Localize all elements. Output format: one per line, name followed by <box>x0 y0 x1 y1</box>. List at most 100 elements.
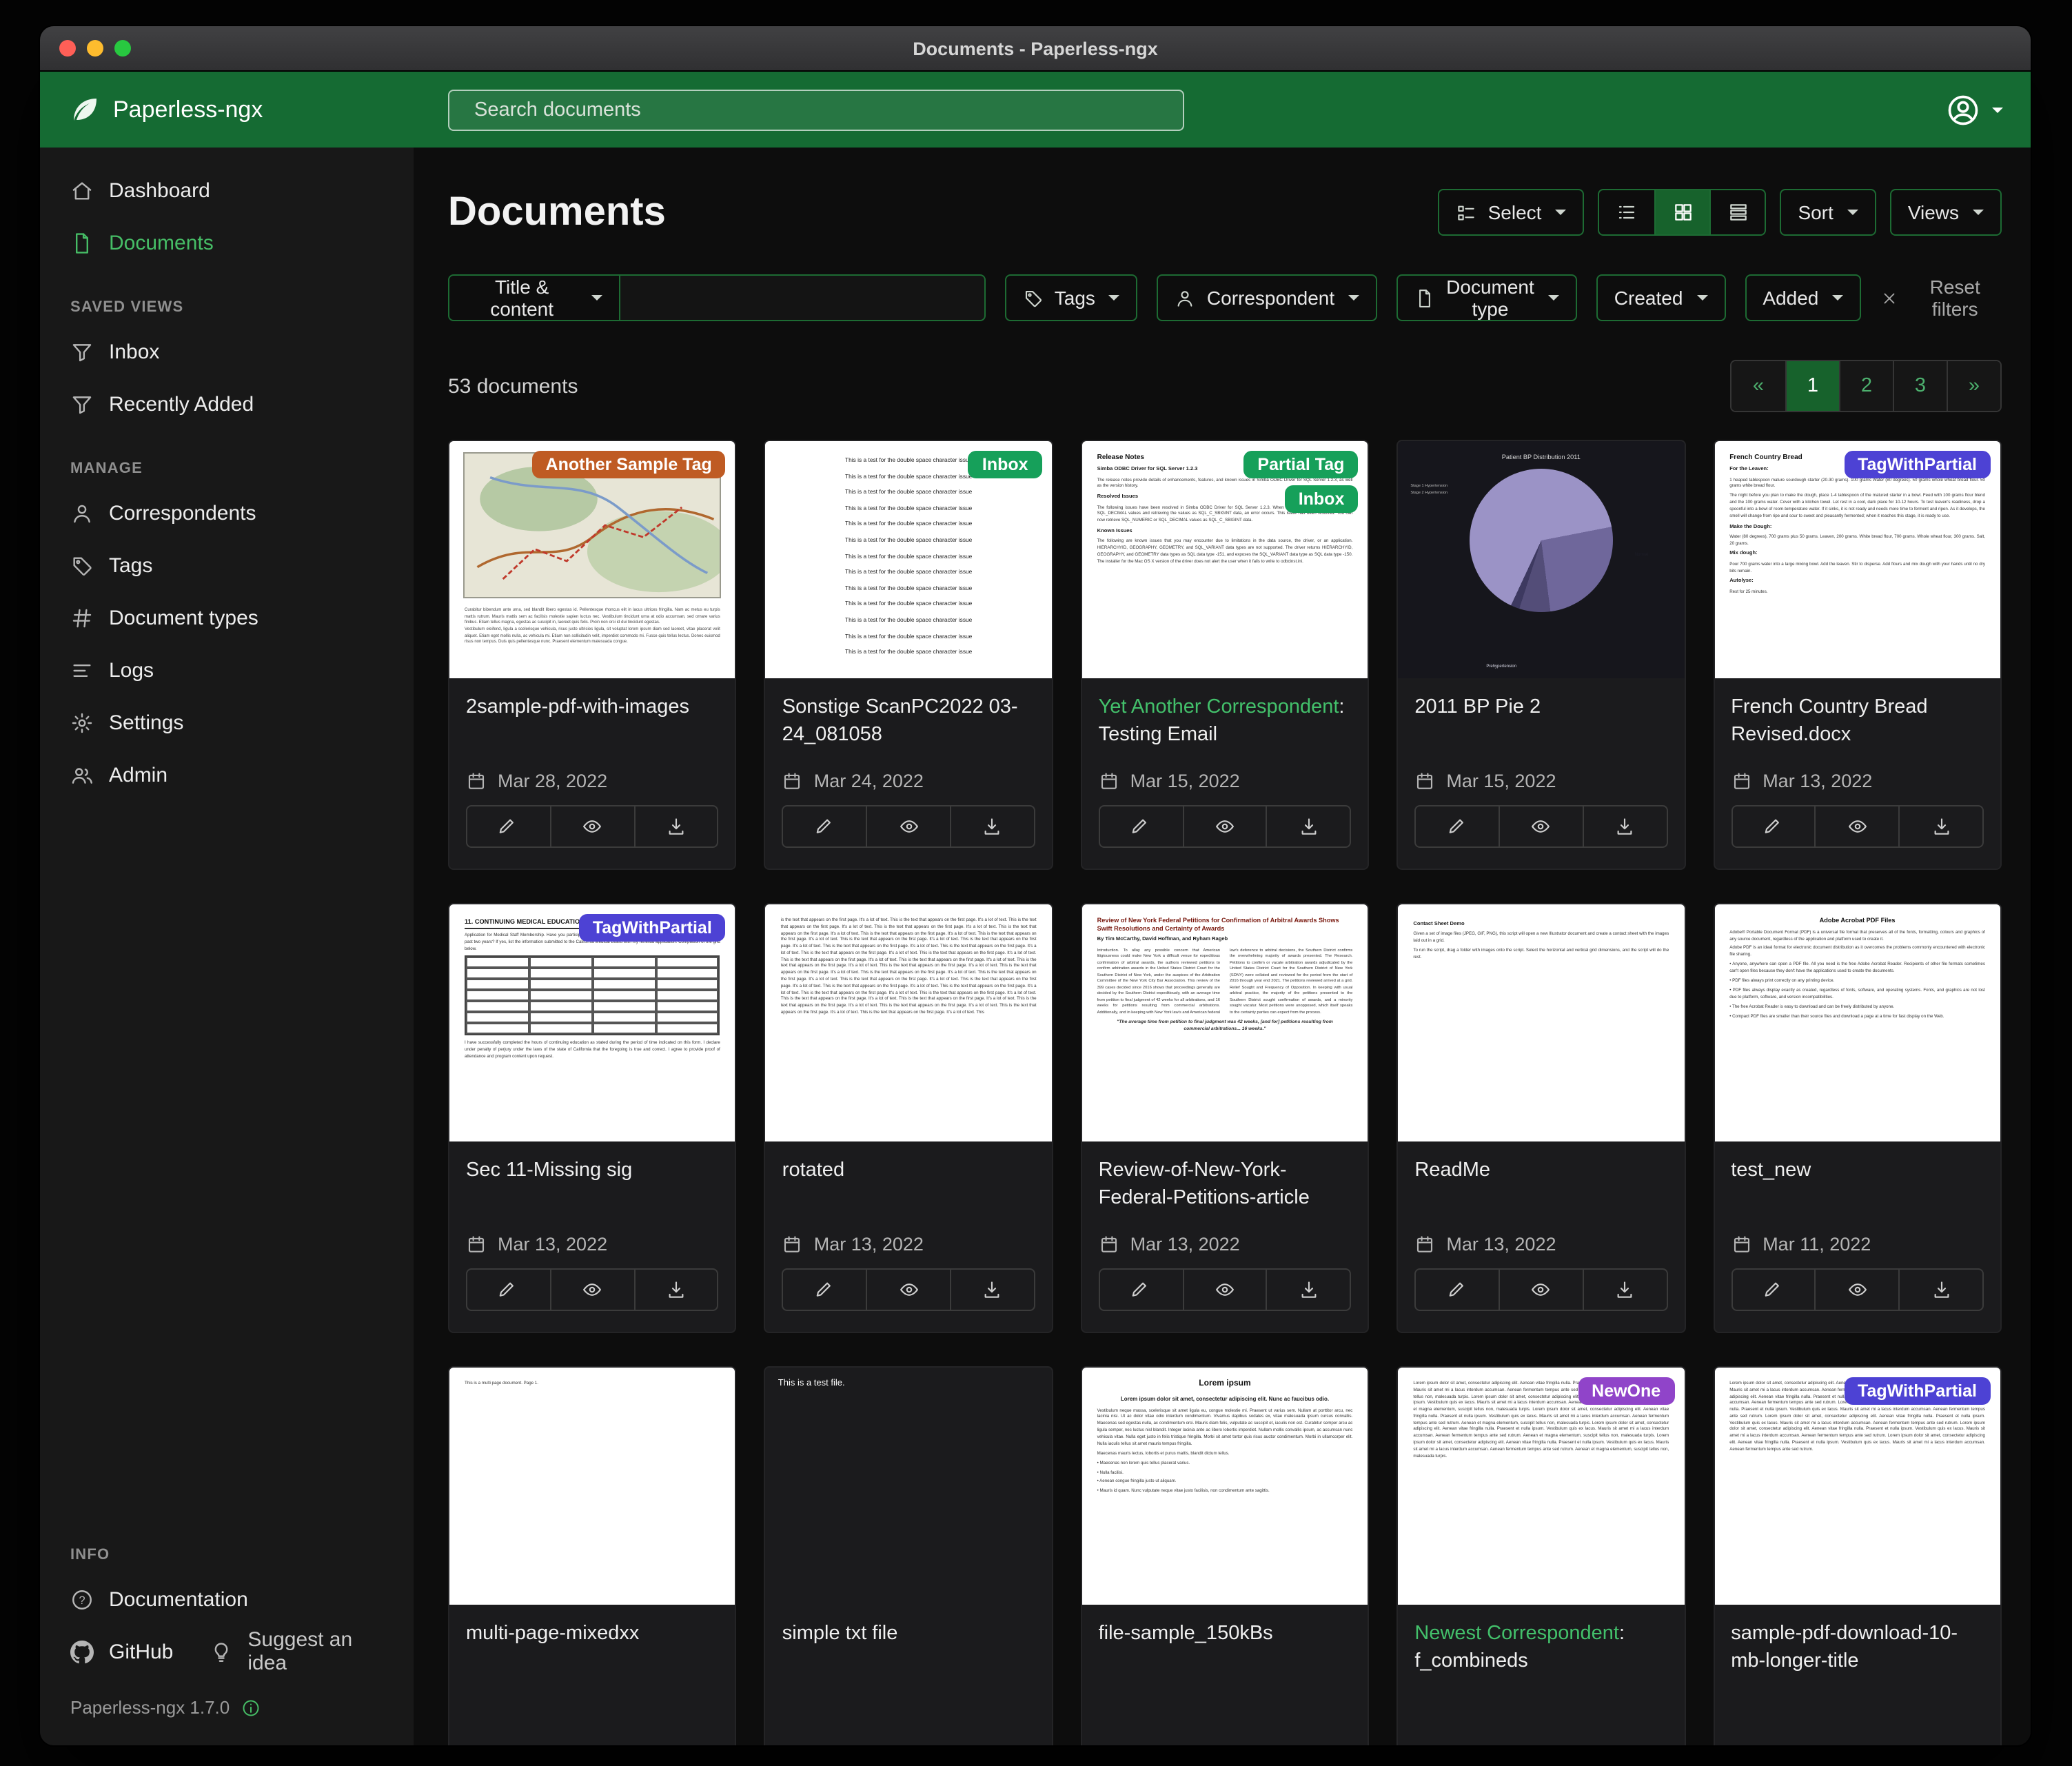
document-title[interactable]: 2sample-pdf-with-images <box>466 693 719 757</box>
view-button[interactable] <box>1499 806 1583 846</box>
tag-badge[interactable]: Another Sample Tag <box>532 451 726 478</box>
minimize-button[interactable] <box>87 40 103 57</box>
download-button[interactable] <box>1583 806 1667 846</box>
document-card[interactable]: Patient BP Distribution 2011Stage 1 Hype… <box>1396 440 1685 870</box>
sidebar-item-dashboard[interactable]: Dashboard <box>40 164 414 216</box>
document-title[interactable]: simple txt file <box>782 1620 1035 1683</box>
edit-button[interactable] <box>467 806 550 846</box>
pagination-page-button[interactable]: 2 <box>1839 361 1893 411</box>
sidebar-item-settings[interactable]: Settings <box>40 696 414 749</box>
edit-button[interactable] <box>784 1270 866 1310</box>
edit-button[interactable] <box>1416 1270 1499 1310</box>
tag-badge[interactable]: TagWithPartial <box>1844 1377 1991 1405</box>
document-card[interactable]: Adobe Acrobat PDF FilesAdobe® Portable D… <box>1713 903 2002 1333</box>
view-button[interactable] <box>866 1270 950 1310</box>
tag-badge[interactable]: NewOne <box>1578 1377 1674 1405</box>
title-content-dropdown[interactable]: Title & content <box>448 274 620 321</box>
document-card[interactable]: Lorem ipsum dolor sit amet, consectetur … <box>1713 1366 2002 1745</box>
document-thumbnail[interactable]: This is a multi page document. Page 1. <box>449 1368 735 1605</box>
pagination-page-button[interactable]: 1 <box>1785 361 1839 411</box>
document-card[interactable]: Contact Sheet DemoGiven a set of image f… <box>1396 903 1685 1333</box>
edit-button[interactable] <box>1732 1270 1815 1310</box>
document-thumbnail[interactable]: Lorem ipsumLorem ipsum dolor sit amet, c… <box>1082 1368 1368 1605</box>
view-button[interactable] <box>550 1270 634 1310</box>
download-button[interactable] <box>1266 1270 1350 1310</box>
document-card[interactable]: Release NotesSimba ODBC Driver for SQL S… <box>1081 440 1370 870</box>
document-thumbnail[interactable]: Contact Sheet DemoGiven a set of image f… <box>1398 904 1684 1141</box>
view-button[interactable] <box>866 806 950 846</box>
document-title[interactable]: test_new <box>1731 1157 1984 1220</box>
document-title[interactable]: ReadMe <box>1414 1157 1667 1220</box>
tag-badge[interactable]: TagWithPartial <box>1844 451 1991 478</box>
correspondent-link[interactable]: Yet Another Correspondent <box>1099 696 1339 718</box>
tag-badge[interactable]: Inbox <box>1285 485 1359 513</box>
document-card[interactable]: French Country BreadFor the Leaven:1 hea… <box>1713 440 2002 870</box>
view-button[interactable] <box>1182 1270 1266 1310</box>
download-button[interactable] <box>1266 806 1350 846</box>
tags-filter-button[interactable]: Tags <box>1005 274 1138 321</box>
document-card[interactable]: is the text that appears on the first pa… <box>764 903 1053 1333</box>
document-card[interactable]: This is a test file. simple txt file <box>764 1366 1053 1745</box>
document-title[interactable]: Review-of-New-York-Federal-Petitions-art… <box>1099 1157 1352 1220</box>
document-card[interactable]: Review of New York Federal Petitions for… <box>1081 903 1370 1333</box>
sidebar-item-suggest-an-idea[interactable]: Suggest an idea <box>203 1625 414 1678</box>
correspondent-link[interactable]: Newest Correspondent <box>1414 1623 1619 1645</box>
search-input[interactable] <box>474 99 1169 121</box>
pagination-prev-button[interactable]: « <box>1731 361 1785 411</box>
document-thumbnail[interactable]: Review of New York Federal Petitions for… <box>1082 904 1368 1141</box>
sidebar-item-github[interactable]: GitHub <box>40 1625 203 1678</box>
view-button[interactable] <box>1815 806 1899 846</box>
document-title[interactable]: 2011 BP Pie 2 <box>1414 693 1667 757</box>
document-title[interactable]: file-sample_150kBs <box>1099 1620 1352 1683</box>
download-button[interactable] <box>633 1270 718 1310</box>
document-card[interactable]: Curabitur bibendum ante urna, sed blandi… <box>448 440 737 870</box>
edit-button[interactable] <box>1100 806 1183 846</box>
document-thumbnail[interactable]: This is a test file. <box>766 1368 1052 1605</box>
document-card[interactable]: This is a test for the double space char… <box>764 440 1053 870</box>
window-titlebar[interactable]: Documents - Paperless-ngx <box>40 26 2031 72</box>
document-card[interactable]: Lorem ipsum dolor sit amet, consectetur … <box>1396 1366 1685 1745</box>
created-filter-button[interactable]: Created <box>1596 274 1726 321</box>
user-menu-button[interactable] <box>1945 92 2003 128</box>
sidebar-item-documentation[interactable]: ? Documentation <box>40 1573 414 1625</box>
sidebar-item-correspondents[interactable]: Correspondents <box>40 487 414 539</box>
pagination-page-button[interactable]: 3 <box>1893 361 1947 411</box>
download-button[interactable] <box>950 806 1034 846</box>
view-button[interactable] <box>1499 1270 1583 1310</box>
views-button[interactable]: Views <box>1890 189 2002 236</box>
document-thumbnail[interactable]: Patient BP Distribution 2011Stage 1 Hype… <box>1398 441 1684 678</box>
app-brand[interactable]: Paperless-ngx <box>68 93 429 126</box>
document-card[interactable]: This is a multi page document. Page 1. m… <box>448 1366 737 1745</box>
document-card[interactable]: 11. CONTINUING MEDICAL EDUCATIONApplicat… <box>448 903 737 1333</box>
sidebar-item-inbox[interactable]: Inbox <box>40 325 414 378</box>
tag-badge[interactable]: Partial Tag <box>1243 451 1358 478</box>
sidebar-item-recently-added[interactable]: Recently Added <box>40 378 414 430</box>
download-button[interactable] <box>633 806 718 846</box>
reset-filters-button[interactable]: Reset filters <box>1880 276 2002 320</box>
document-title[interactable]: rotated <box>782 1157 1035 1220</box>
pagination-next-button[interactable]: » <box>1947 361 2000 411</box>
document-title[interactable]: French Country Bread Revised.docx <box>1731 693 1984 757</box>
download-button[interactable] <box>1583 1270 1667 1310</box>
edit-button[interactable] <box>1100 1270 1183 1310</box>
download-button[interactable] <box>1898 1270 1982 1310</box>
document-thumbnail[interactable]: is the text that appears on the first pa… <box>766 904 1052 1141</box>
global-search[interactable] <box>448 89 1184 130</box>
filter-text-input[interactable] <box>620 274 985 321</box>
sidebar-item-documents[interactable]: Documents <box>40 216 414 269</box>
edit-button[interactable] <box>1416 806 1499 846</box>
view-button[interactable] <box>1182 806 1266 846</box>
list-view-button[interactable] <box>1599 190 1654 234</box>
document-title[interactable]: Sec 11-Missing sig <box>466 1157 719 1220</box>
document-title[interactable]: Yet Another Correspondent: Testing Email <box>1099 693 1352 757</box>
sidebar-item-tags[interactable]: Tags <box>40 539 414 591</box>
edit-button[interactable] <box>467 1270 550 1310</box>
added-filter-button[interactable]: Added <box>1745 274 1861 321</box>
correspondent-filter-button[interactable]: Correspondent <box>1157 274 1377 321</box>
close-button[interactable] <box>59 40 76 57</box>
select-button[interactable]: Select <box>1439 189 1585 236</box>
document-title[interactable]: sample-pdf-download-10-mb-longer-title <box>1731 1620 1984 1683</box>
download-button[interactable] <box>1898 806 1982 846</box>
document-card[interactable]: Lorem ipsumLorem ipsum dolor sit amet, c… <box>1081 1366 1370 1745</box>
tag-badge[interactable]: Inbox <box>968 451 1042 478</box>
